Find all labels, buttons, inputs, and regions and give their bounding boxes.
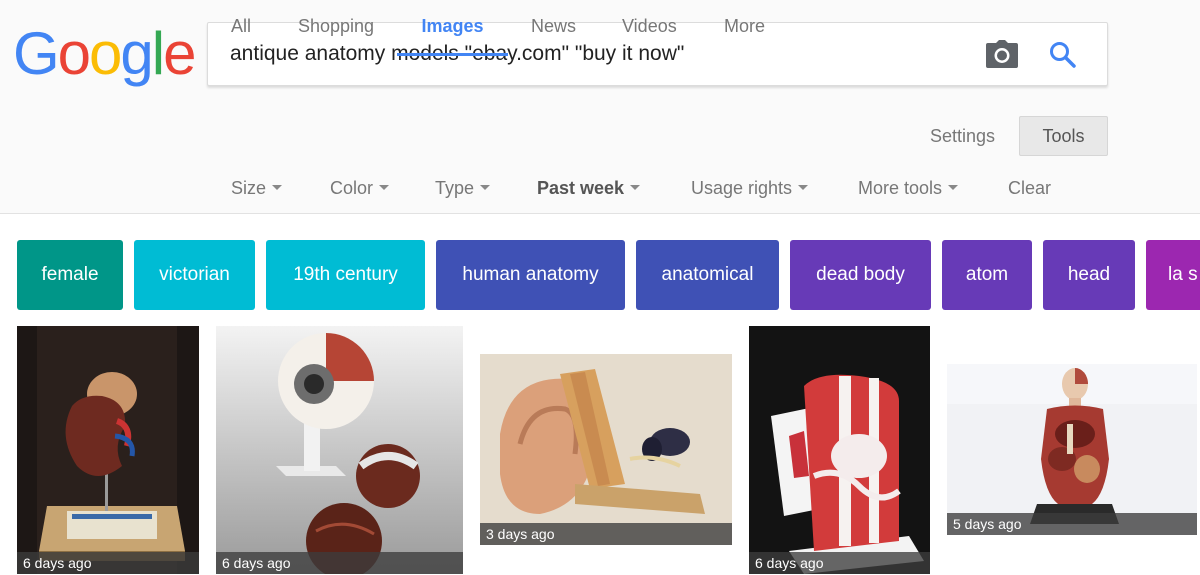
eye-model-image	[216, 326, 463, 574]
tool-label: Past week	[537, 178, 625, 198]
chip-victorian[interactable]: victorian	[134, 240, 255, 310]
image-result[interactable]: 6 days ago	[216, 326, 463, 574]
tool-label: Usage rights	[691, 178, 793, 198]
chip-la-s[interactable]: la s	[1146, 240, 1200, 310]
image-result[interactable]: 6 days ago	[17, 326, 199, 574]
chip-head[interactable]: head	[1043, 240, 1135, 310]
chip-atom[interactable]: atom	[942, 240, 1032, 310]
tool-more-tools-dropdown[interactable]: More tools	[858, 174, 959, 204]
tab-shopping[interactable]: Shopping	[298, 0, 374, 56]
camera-icon[interactable]	[985, 39, 1019, 69]
tab-images[interactable]: Images	[397, 0, 508, 56]
image-result[interactable]: 5 days ago	[947, 364, 1197, 535]
chevron-down-icon	[630, 184, 641, 190]
logo-letter: l	[151, 20, 165, 87]
ear-model-image	[480, 354, 732, 545]
tool-type-dropdown[interactable]: Type	[435, 174, 491, 204]
logo-letter: G	[13, 20, 60, 87]
tab-more[interactable]: More	[724, 0, 765, 56]
tool-color-dropdown[interactable]: Color	[330, 174, 390, 204]
tab-news[interactable]: News	[531, 0, 576, 56]
kidney-model-image	[17, 326, 199, 574]
chip-female[interactable]: female	[17, 240, 123, 310]
tool-usage-rights-dropdown[interactable]: Usage rights	[691, 174, 809, 204]
tab-videos[interactable]: Videos	[622, 0, 677, 56]
result-age-label: 3 days ago	[480, 523, 732, 545]
logo-letter: e	[163, 20, 196, 87]
chip-19th-century[interactable]: 19th century	[266, 240, 425, 310]
torso-model-image	[947, 364, 1197, 535]
chip-anatomical[interactable]: anatomical	[636, 240, 779, 310]
chevron-down-icon	[272, 184, 283, 190]
tool-label: Size	[231, 178, 267, 198]
image-results-grid: 6 days ago 6 days ago 3 days ago 6 days …	[0, 326, 1200, 575]
result-age-label: 6 days ago	[216, 552, 463, 574]
tab-all[interactable]: All	[231, 0, 251, 56]
header-bar: Google All Shopping Images News Videos M…	[0, 0, 1200, 214]
tool-label: Color	[330, 178, 374, 198]
chevron-down-icon	[948, 184, 959, 190]
result-age-label: 5 days ago	[947, 513, 1197, 535]
chip-dead-body[interactable]: dead body	[790, 240, 931, 310]
tool-size-dropdown[interactable]: Size	[231, 174, 283, 204]
logo-letter: o	[57, 20, 91, 87]
knee-model-image	[749, 326, 930, 574]
chevron-down-icon	[798, 184, 809, 190]
result-age-label: 6 days ago	[17, 552, 199, 574]
chevron-down-icon	[379, 184, 390, 190]
chevron-down-icon	[480, 184, 491, 190]
tool-label: More tools	[858, 178, 943, 198]
search-icon[interactable]	[1048, 40, 1078, 70]
tools-button[interactable]: Tools	[1019, 116, 1108, 156]
result-age-label: 6 days ago	[749, 552, 930, 574]
settings-link[interactable]: Settings	[930, 110, 995, 162]
related-chips-row: female victorian 19th century human anat…	[0, 240, 1200, 310]
tool-clear-link[interactable]: Clear	[1008, 174, 1051, 204]
chip-human-anatomy[interactable]: human anatomy	[436, 240, 625, 310]
google-logo[interactable]: Google	[13, 20, 197, 87]
logo-letter: o	[89, 20, 122, 87]
image-result[interactable]: 3 days ago	[480, 354, 732, 545]
image-result[interactable]: 6 days ago	[749, 326, 930, 574]
tool-time-dropdown[interactable]: Past week	[537, 174, 641, 204]
tool-label: Type	[435, 178, 475, 198]
logo-letter: g	[120, 20, 153, 87]
